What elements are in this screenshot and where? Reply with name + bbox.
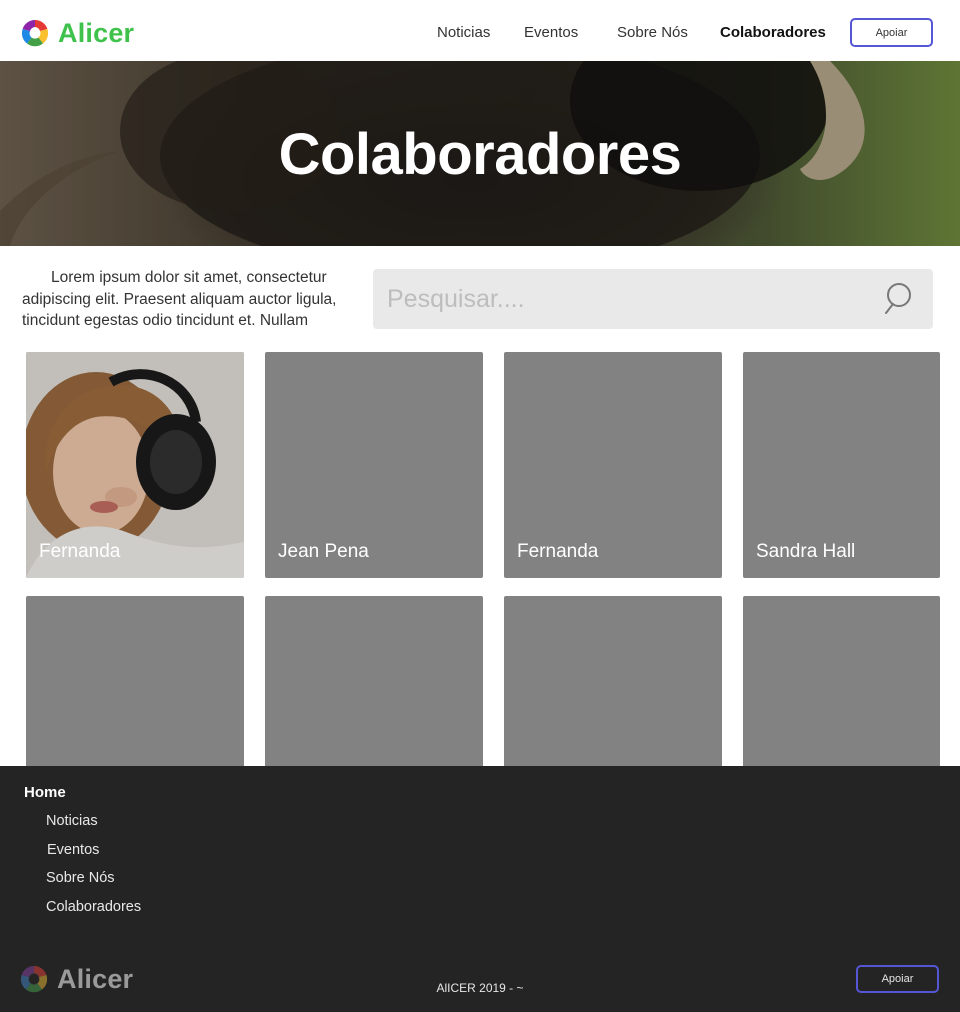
apoiar-button[interactable]: Apoiar bbox=[850, 18, 933, 47]
search-bar bbox=[373, 269, 933, 329]
hero-banner: Colaboradores bbox=[0, 61, 960, 246]
nav-colaboradores[interactable]: Colaboradores bbox=[720, 22, 826, 44]
nav-noticias[interactable]: Noticias bbox=[437, 22, 490, 44]
intro-text: Lorem ipsum dolor sit amet, consectetur … bbox=[22, 269, 337, 329]
footer-link-eventos[interactable]: Eventos bbox=[47, 842, 99, 858]
nav-sobre-nos[interactable]: Sobre Nós bbox=[617, 22, 688, 44]
nav-eventos[interactable]: Eventos bbox=[524, 22, 578, 44]
collaborator-name: Fernanda bbox=[39, 541, 121, 562]
search-input[interactable] bbox=[387, 279, 857, 319]
collaborator-card[interactable]: Fernanda bbox=[504, 352, 722, 578]
footer-home-link[interactable]: Home bbox=[24, 784, 66, 801]
collaborator-card[interactable]: Sandra Hall bbox=[743, 352, 940, 578]
footer-link-colaboradores[interactable]: Colaboradores bbox=[46, 899, 141, 915]
copyright-text: AlICER 2019 - ~ bbox=[436, 981, 524, 995]
site-header: Alicer Noticias Eventos Sobre Nós Colabo… bbox=[0, 0, 960, 61]
collaborator-card[interactable]: Fernanda bbox=[26, 352, 244, 578]
search-icon[interactable] bbox=[884, 282, 918, 316]
collaborator-name: Jean Pena bbox=[278, 541, 369, 562]
collaborator-name: Sandra Hall bbox=[756, 541, 856, 562]
main-nav: Noticias Eventos Sobre Nós Colaboradores bbox=[0, 22, 960, 44]
collaborator-card[interactable]: Jean Pena bbox=[265, 352, 483, 578]
page-title: Colaboradores bbox=[278, 122, 682, 187]
site-footer: Home Noticias Eventos Sobre Nós Colabora… bbox=[0, 766, 960, 1012]
footer-apoiar-button[interactable]: Apoiar bbox=[856, 965, 939, 993]
footer-link-noticias[interactable]: Noticias bbox=[46, 813, 98, 829]
collaborator-name: Fernanda bbox=[517, 541, 599, 562]
footer-link-sobre-nos[interactable]: Sobre Nós bbox=[46, 870, 115, 886]
